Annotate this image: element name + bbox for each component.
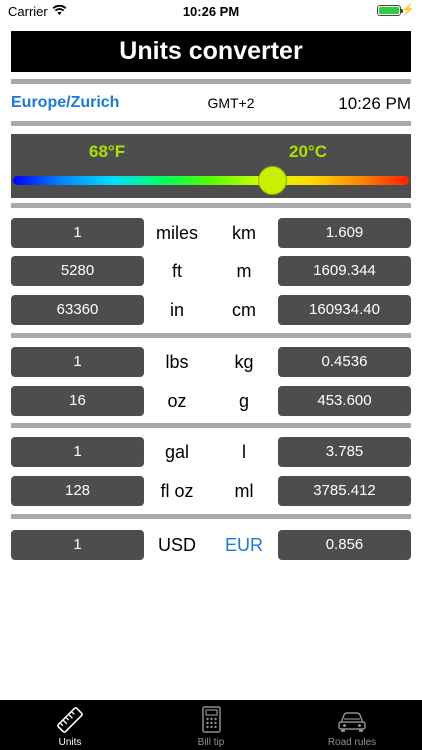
divider [11,203,411,208]
tab-bar: Units Bill tip Road rules [0,700,422,750]
car-icon [338,712,366,732]
tab-road-rules[interactable]: Road rules [282,700,422,750]
battery-icon [377,5,403,16]
divider [11,333,411,338]
bolt-icon: ⚡ [401,4,415,16]
kilograms-input[interactable]: 0.4536 [278,347,411,377]
unit-label-cm: cm [232,300,256,320]
gallons-input[interactable]: 1 [11,437,144,467]
tab-label: Bill tip [197,737,225,748]
km-input[interactable]: 1.609 [278,218,411,248]
local-time: 10:26 PM [338,94,411,113]
tab-label: Road rules [327,737,377,748]
ruler-icon [57,707,83,733]
feet-input[interactable]: 5280 [11,256,144,286]
tab-bill-tip[interactable]: Bill tip [141,700,281,750]
divider [11,79,411,84]
unit-label-ml: ml [234,481,254,501]
currency-selector-eur[interactable]: EUR [200,530,288,560]
miles-input[interactable]: 1 [11,218,144,248]
divider [11,121,411,126]
status-time: 10:26 PM [182,4,240,19]
unit-label-kg: kg [234,352,254,372]
temperature-slider-track[interactable] [13,176,409,185]
eur-input[interactable]: 0.856 [278,530,411,560]
temperature-slider-thumb[interactable] [257,166,287,195]
pounds-input[interactable]: 1 [11,347,144,377]
celsius-label: 20°C [289,142,327,161]
fluid-ounces-input[interactable]: 128 [11,476,144,506]
unit-label-l: l [242,442,246,462]
tab-label: Units [58,737,82,748]
divider [11,514,411,519]
liters-input[interactable]: 3.785 [278,437,411,467]
grams-input[interactable]: 453.600 [278,386,411,416]
calculator-icon [202,706,221,733]
usd-input[interactable]: 1 [11,530,144,560]
divider [11,423,411,428]
temperature-panel: 68°F 20°C [11,134,411,198]
inches-input[interactable]: 63360 [11,295,144,325]
status-bar: Carrier 10:26 PM ⚡ [0,0,422,22]
centimeters-input[interactable]: 160934.40 [278,295,411,325]
ounces-input[interactable]: 16 [11,386,144,416]
milliliters-input[interactable]: 3785.412 [278,476,411,506]
page-title: Units converter [11,31,411,72]
fahrenheit-label: 68°F [89,142,126,161]
tab-units[interactable]: Units [0,700,140,750]
unit-label-g: g [238,391,249,411]
meters-input[interactable]: 1609.344 [278,256,411,286]
unit-label-km: km [232,223,256,243]
unit-label-m: m [236,261,252,281]
